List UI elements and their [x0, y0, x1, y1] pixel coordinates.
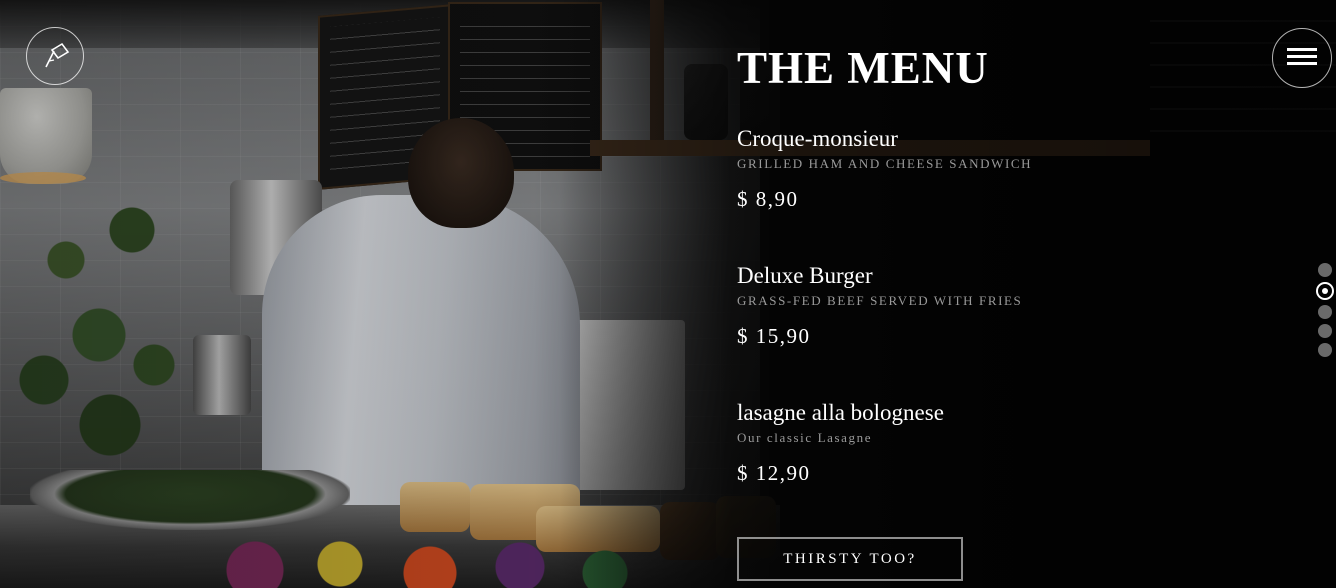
- menu-item-name: lasagne alla bolognese: [737, 400, 944, 425]
- page: THE MENU Croque-monsieur GRILLED HAM AND…: [0, 0, 1336, 588]
- menu-item-description: Our classic Lasagne: [737, 430, 873, 445]
- flag-logo-icon: [38, 37, 72, 76]
- menu-item-name: Deluxe Burger: [737, 263, 873, 288]
- menu-item-price: $ 12,90: [737, 461, 811, 485]
- pager-dot[interactable]: [1318, 263, 1332, 277]
- pager-dot[interactable]: [1318, 343, 1332, 357]
- logo-button[interactable]: [26, 27, 84, 85]
- menu-item: Croque-monsieur GRILLED HAM AND CHEESE S…: [737, 126, 1257, 263]
- menu-items: Croque-monsieur GRILLED HAM AND CHEESE S…: [737, 126, 1257, 537]
- pager-dot-active[interactable]: [1316, 282, 1334, 300]
- menu-item-price: $ 15,90: [737, 324, 811, 348]
- menu-panel: THE MENU Croque-monsieur GRILLED HAM AND…: [737, 44, 1257, 537]
- menu-item-price: $ 8,90: [737, 187, 799, 211]
- section-pager: [1316, 263, 1334, 357]
- pager-dot[interactable]: [1318, 324, 1332, 338]
- menu-item-description: GRILLED HAM AND CHEESE SANDWICH: [737, 156, 1033, 171]
- pager-dot[interactable]: [1318, 305, 1332, 319]
- menu-title: THE MENU: [737, 43, 989, 93]
- thirsty-too-button[interactable]: THIRSTY TOO?: [737, 537, 963, 581]
- menu-item: Deluxe Burger GRASS-FED BEEF SERVED WITH…: [737, 263, 1257, 400]
- menu-item-description: GRASS-FED BEEF SERVED WITH FRIES: [737, 293, 1023, 308]
- menu-button[interactable]: [1272, 28, 1332, 88]
- menu-item: lasagne alla bolognese Our classic Lasag…: [737, 400, 1257, 537]
- hamburger-icon: [1287, 46, 1317, 71]
- menu-item-name: Croque-monsieur: [737, 126, 898, 151]
